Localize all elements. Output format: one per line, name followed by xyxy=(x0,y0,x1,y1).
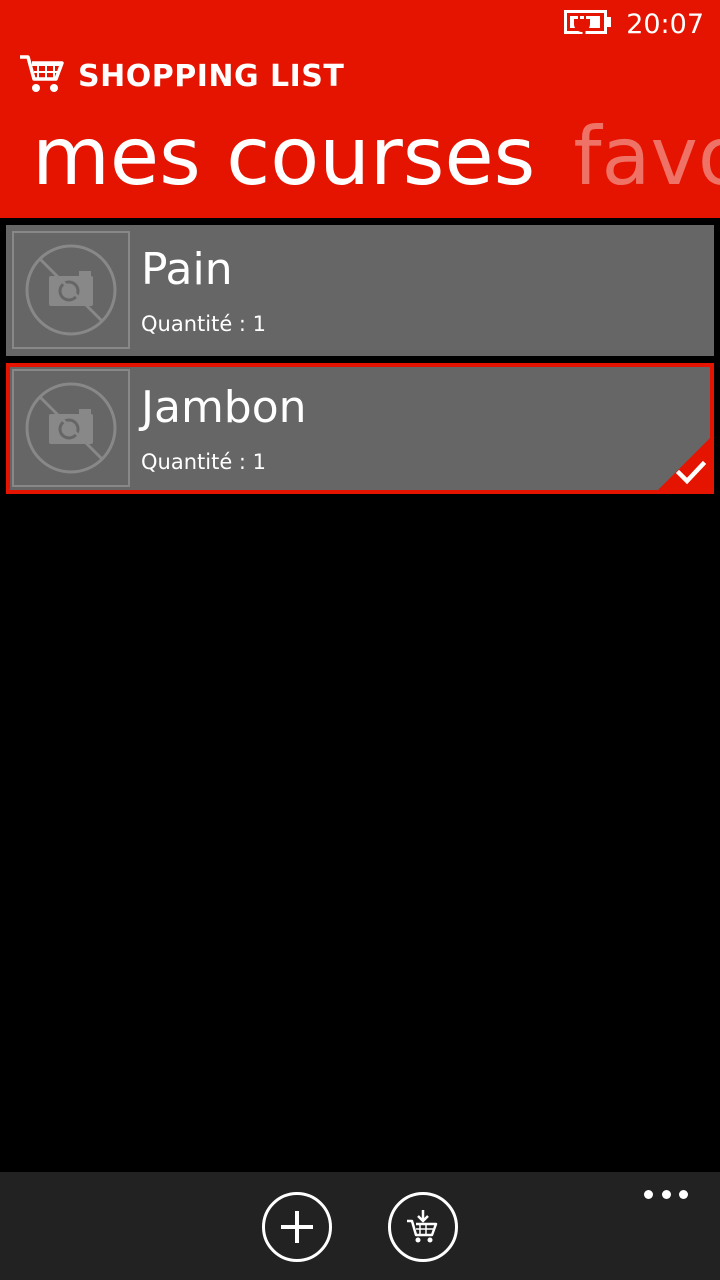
clock: 20:07 xyxy=(626,8,704,40)
tab-favoris[interactable]: favor xyxy=(573,102,720,212)
item-quantity: Quantité : 1 xyxy=(141,312,267,336)
header: 20:07 SHOPPING LIST mes courses favor xyxy=(0,0,720,218)
app-title: SHOPPING LIST xyxy=(18,52,344,100)
checkmark-icon xyxy=(676,460,706,485)
more-dots-icon[interactable] xyxy=(644,1186,688,1202)
shopping-list: Pain Quantité : 1 Jambon Quantité : 1 xyxy=(6,225,714,501)
item-name: Pain xyxy=(141,244,233,295)
item-name: Jambon xyxy=(141,382,307,433)
app-title-label: SHOPPING LIST xyxy=(78,58,345,94)
add-button[interactable] xyxy=(262,1192,332,1262)
app-bar xyxy=(0,1172,720,1280)
no-photo-icon xyxy=(12,369,130,487)
status-bar: 20:07 xyxy=(564,6,704,42)
no-photo-icon xyxy=(12,231,130,349)
cart-download-icon xyxy=(407,1210,438,1243)
pivot-header: mes courses favor xyxy=(32,102,720,212)
shopping-cart-icon xyxy=(18,53,64,99)
list-item[interactable]: Jambon Quantité : 1 xyxy=(6,363,714,494)
battery-charging-icon xyxy=(564,9,612,39)
list-item[interactable]: Pain Quantité : 1 xyxy=(6,225,714,356)
item-quantity: Quantité : 1 xyxy=(141,450,267,474)
add-icon xyxy=(281,1211,313,1243)
tab-mes-courses[interactable]: mes courses xyxy=(32,102,535,212)
cart-download-button[interactable] xyxy=(388,1192,458,1262)
